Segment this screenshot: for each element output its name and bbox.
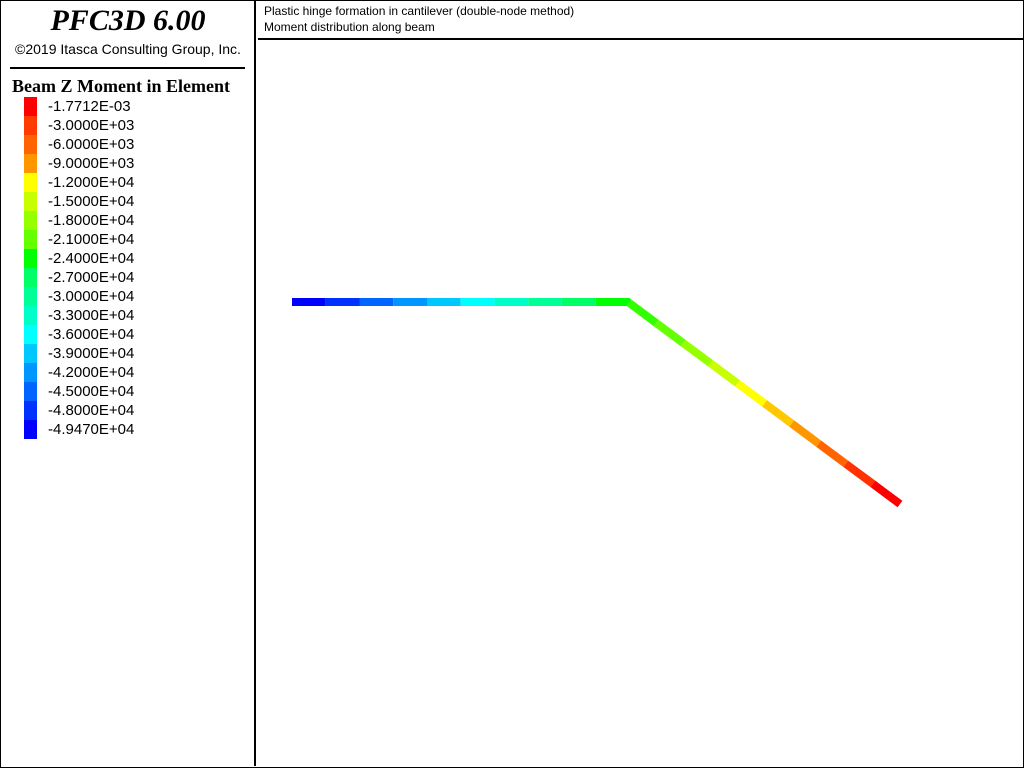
legend-label: -1.5000E+04 <box>48 193 135 210</box>
beam-plot <box>292 298 903 508</box>
beam-segment <box>762 400 795 427</box>
legend-label: -3.0000E+04 <box>48 288 135 305</box>
legend-label: -9.0000E+03 <box>48 155 135 172</box>
legend-color-swatch <box>24 97 37 116</box>
legend-color-swatch <box>24 230 37 249</box>
beam-segment <box>653 319 686 347</box>
beam-segment <box>595 298 632 307</box>
legend-label: -1.2000E+04 <box>48 174 135 191</box>
plot-header: Plastic hinge formation in cantilever (d… <box>258 0 1023 40</box>
plot-title: Plastic hinge formation in cantilever (d… <box>264 4 575 18</box>
beam-segment <box>680 339 713 367</box>
legend-label: -2.1000E+04 <box>48 231 135 248</box>
legend-label: -3.3000E+04 <box>48 307 135 324</box>
legend-color-swatch <box>24 401 37 420</box>
app-title: PFC3D 6.00 <box>50 4 206 37</box>
legend-color-swatch <box>24 116 37 135</box>
legend-label: -2.7000E+04 <box>48 269 135 286</box>
beam-segment <box>626 299 659 327</box>
legend-title: Beam Z Moment in Element <box>12 76 230 96</box>
plot-subtitle: Moment distribution along beam <box>264 20 435 34</box>
legend-label: -1.7712E-03 <box>48 98 131 115</box>
legend-color-swatch <box>24 325 37 344</box>
legend-label: -6.0000E+03 <box>48 136 135 153</box>
legend-color-swatch <box>24 173 37 192</box>
legend-label: -4.5000E+04 <box>48 383 135 400</box>
legend-label: -3.0000E+03 <box>48 117 135 134</box>
legend-panel: PFC3D 6.00 ©2019 Itasca Consulting Group… <box>0 0 256 766</box>
legend-color-swatch <box>24 382 37 401</box>
legend-color-swatch <box>24 154 37 173</box>
legend-label: -1.8000E+04 <box>48 212 135 229</box>
beam-segment <box>843 460 876 488</box>
legend-label: -3.6000E+04 <box>48 326 135 343</box>
beam-segment <box>870 480 903 508</box>
legend-color-swatch <box>24 363 37 382</box>
beam-segment <box>816 440 849 468</box>
legend-label: -4.2000E+04 <box>48 364 135 381</box>
legend-divider <box>10 67 245 69</box>
legend-color-swatch <box>24 135 37 154</box>
legend-label: -4.9470E+04 <box>48 421 135 438</box>
legend-color-swatch <box>24 420 37 439</box>
beam-segment <box>735 380 767 407</box>
legend-color-swatch <box>24 211 37 230</box>
legend-label: -4.8000E+04 <box>48 402 135 419</box>
model-viewport[interactable] <box>258 42 1022 765</box>
legend-color-swatch <box>24 344 37 363</box>
legend-color-swatch <box>24 287 37 306</box>
legend-color-swatch <box>24 306 37 325</box>
legend-color-swatch <box>24 268 37 287</box>
beam-segment <box>708 359 740 387</box>
beam-segment <box>789 420 822 447</box>
legend-color-swatch <box>24 192 37 211</box>
legend-label: -3.9000E+04 <box>48 345 135 362</box>
copyright-text: ©2019 Itasca Consulting Group, Inc. <box>15 41 241 57</box>
legend-color-swatch <box>24 249 37 268</box>
legend-label: -2.4000E+04 <box>48 250 135 267</box>
